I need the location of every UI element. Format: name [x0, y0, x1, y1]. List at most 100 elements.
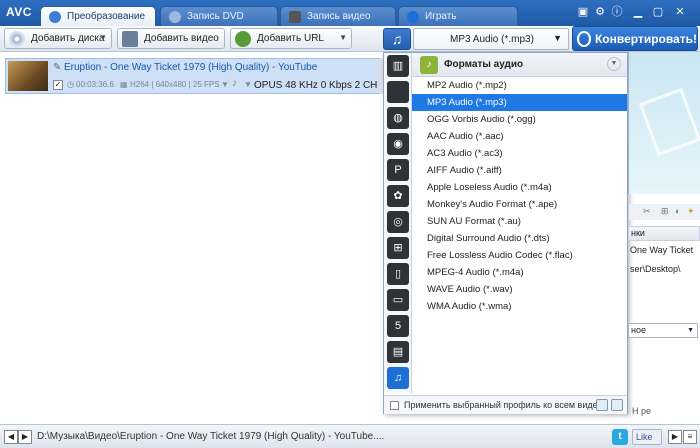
windows-icon[interactable]: ⊞ — [387, 237, 409, 259]
video-info: H264 | 640x480 | 25 FPS — [130, 80, 220, 89]
scroll-left-icon[interactable]: ◀ — [4, 430, 18, 444]
edit-profile-icon[interactable] — [611, 399, 623, 411]
convert-button[interactable]: Конвертировать! — [572, 26, 698, 51]
disc-add-icon — [9, 30, 25, 47]
output-format-value: MP3 Audio (*.mp3) — [450, 33, 534, 45]
app-logo: AVC — [6, 5, 32, 19]
effects-icon[interactable]: ◐ — [675, 206, 680, 216]
toolbox-icon[interactable]: ▣ — [575, 5, 591, 19]
format-item[interactable]: MP3 Audio (*.mp3) — [412, 94, 627, 111]
facebook-like-button[interactable]: Like — [632, 429, 662, 445]
format-list-header[interactable]: ♪ Форматы аудио ▼ — [412, 53, 627, 77]
add-video-button[interactable]: Добавить видео — [117, 28, 225, 49]
video-add-icon — [122, 30, 138, 47]
wand-icon[interactable]: ✦ — [687, 206, 695, 217]
gear-icon[interactable]: ⚙ — [592, 5, 608, 19]
film-icon — [638, 87, 700, 157]
tab-label: Преобразование — [67, 11, 146, 22]
status-path: D:\Музыка\Видео\Eruption - One Way Ticke… — [37, 431, 385, 442]
chevron-down-icon[interactable]: ▼ — [607, 57, 621, 71]
minimize-icon[interactable]: ▁ — [630, 5, 646, 19]
crop-icon[interactable]: ⊞ — [661, 206, 669, 217]
like-label: Like — [636, 432, 653, 442]
format-item[interactable]: AC3 Audio (*.ac3) — [412, 145, 627, 162]
music-note-icon: ♪ — [420, 56, 438, 74]
format-item[interactable]: MPEG-4 Audio (*.m4a) — [412, 264, 627, 281]
add-url-button[interactable]: Добавить URL ▼ — [230, 28, 352, 49]
chevron-down-icon[interactable]: ▼ — [339, 33, 347, 42]
huawei-icon[interactable]: ✿ — [387, 185, 409, 207]
tab-convert[interactable]: Преобразование — [40, 6, 156, 26]
settings-header: нки — [628, 226, 700, 241]
format-item[interactable]: Apple Loseless Audio (*.m4a) — [412, 179, 627, 196]
title-bar: AVC Преобразование Запись DVD Запись вид… — [0, 0, 700, 26]
globe-icon[interactable]: ◎ — [387, 211, 409, 233]
file-checkbox[interactable]: ✓ — [53, 80, 63, 90]
format-list-title: Форматы аудио — [444, 59, 524, 70]
file-list-item[interactable]: ✎ Eruption - One Way Ticket 1979 (High Q… — [5, 58, 383, 94]
add-url-label: Добавить URL — [257, 33, 324, 44]
film-icon[interactable]: ▤ — [387, 341, 409, 363]
android-icon[interactable]: ◉ — [387, 133, 409, 155]
music-icon[interactable]: ♫ — [387, 367, 409, 389]
next-icon[interactable]: ▶ — [668, 430, 682, 444]
audio-info: OPUS 48 KHz 0 Kbps 2 CH — [254, 80, 378, 91]
file-title[interactable]: Eruption - One Way Ticket 1979 (High Qua… — [64, 62, 317, 73]
format-item[interactable]: AAC Audio (*.aac) — [412, 128, 627, 145]
apply-all-checkbox[interactable] — [390, 401, 399, 410]
quality-select[interactable]: ное ▼ — [628, 323, 698, 338]
add-video-label: Добавить видео — [144, 33, 219, 44]
format-item[interactable]: Monkey's Audio Format (*.ape) — [412, 196, 627, 213]
right-footer-text: Н ре — [632, 406, 652, 416]
output-format-select[interactable]: MP3 Audio (*.mp3) ▼ — [413, 28, 569, 50]
add-disc-button[interactable]: Добавить диска ▼ — [4, 28, 112, 49]
add-disc-label: Добавить диска — [31, 33, 105, 44]
record-icon — [289, 10, 301, 23]
tab-record[interactable]: Запись видео — [280, 6, 396, 26]
tab-play[interactable]: Играть — [398, 6, 518, 26]
title-value[interactable]: One Way Ticket — [628, 245, 700, 255]
maximize-icon[interactable]: ▢ — [650, 5, 666, 19]
music-note-icon: ♪ — [232, 78, 237, 89]
film-icon: ▦ — [120, 80, 128, 89]
format-dropdown-panel: ▥ ◍ ◉ P ✿ ◎ ⊞ ▯ ▭ 5 ▤ ♫ ♪ Форматы аудио … — [383, 52, 628, 414]
scroll-right-icon[interactable]: ▶ — [18, 430, 32, 444]
disc-icon — [169, 10, 181, 23]
menu-icon[interactable]: ≡ — [683, 430, 697, 444]
chevron-down-icon[interactable]: ▼ — [99, 33, 107, 42]
copy-profile-icon[interactable] — [596, 399, 608, 411]
chevron-down-icon[interactable]: ▼ — [244, 80, 252, 89]
pencil-icon[interactable]: ✎ — [53, 62, 61, 73]
format-item[interactable]: Free Lossless Audio Codec (*.flac) — [412, 247, 627, 264]
convert-tab-icon — [49, 10, 61, 23]
chevron-down-icon[interactable]: ▼ — [221, 80, 229, 89]
format-item[interactable]: Digital Surround Audio (*.dts) — [412, 230, 627, 247]
output-path[interactable]: ser\Desktop\ — [628, 264, 700, 274]
format-item[interactable]: WAVE Audio (*.wav) — [412, 281, 627, 298]
scissors-icon[interactable]: ✂ — [643, 206, 651, 217]
phone-icon[interactable]: ▯ — [387, 263, 409, 285]
format-item[interactable]: MP2 Audio (*.mp2) — [412, 77, 627, 94]
html5-icon[interactable]: 5 — [387, 315, 409, 337]
refresh-icon — [577, 30, 591, 47]
close-icon[interactable]: ✕ — [672, 5, 688, 19]
url-add-icon — [235, 30, 251, 47]
format-item[interactable]: WMA Audio (*.wma) — [412, 298, 627, 315]
convert-label: Конвертировать! — [594, 31, 697, 46]
tab-dvd[interactable]: Запись DVD — [160, 6, 278, 26]
info-icon[interactable]: ⓘ — [609, 5, 625, 19]
apply-all-footer: Применить выбранный профиль ко всем виде — [384, 395, 627, 414]
playstation-icon[interactable]: P — [387, 159, 409, 181]
format-item[interactable]: OGG Vorbis Audio (*.ogg) — [412, 111, 627, 128]
apple-icon[interactable] — [387, 81, 409, 103]
android-robot-icon[interactable]: ◍ — [387, 107, 409, 129]
music-note-icon[interactable]: ♫ — [383, 28, 411, 50]
stats-icon[interactable]: ▥ — [387, 55, 409, 77]
subtitle-icon[interactable]: ▭ — [370, 80, 378, 89]
apply-all-label: Применить выбранный профиль ко всем виде — [404, 400, 598, 410]
format-category-column: ▥ ◍ ◉ P ✿ ◎ ⊞ ▯ ▭ 5 ▤ ♫ — [384, 53, 412, 393]
twitter-icon[interactable]: t — [612, 429, 628, 445]
tv-icon[interactable]: ▭ — [387, 289, 409, 311]
format-item[interactable]: SUN AU Format (*.au) — [412, 213, 627, 230]
format-item[interactable]: AIFF Audio (*.aiff) — [412, 162, 627, 179]
